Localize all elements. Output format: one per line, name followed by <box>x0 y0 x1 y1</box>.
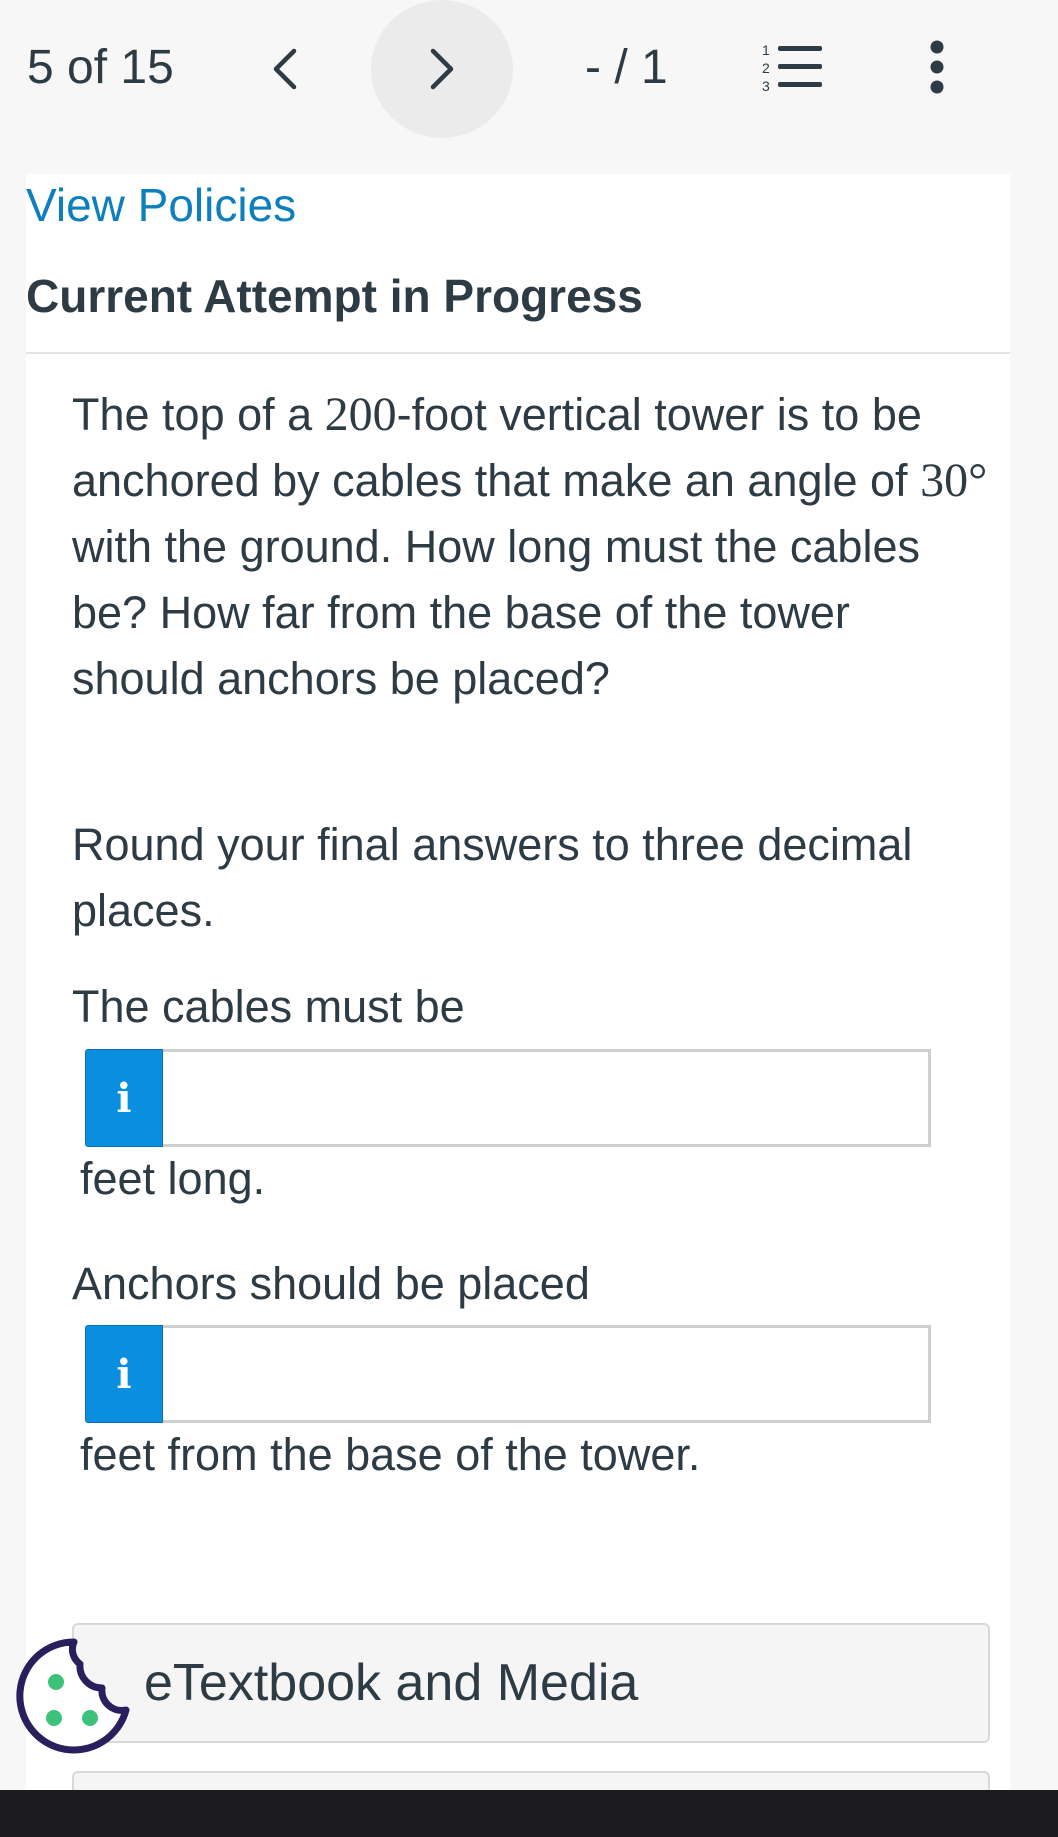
divider <box>26 352 1010 354</box>
anchor-distance-answer-row: i <box>85 1325 931 1423</box>
question-panel: View Policies Current Attempt in Progres… <box>26 174 1010 1801</box>
question-text-part-1: The top of a <box>72 389 325 440</box>
info-icon[interactable]: i <box>85 1325 163 1423</box>
question-list-button[interactable]: 1 2 3 <box>760 40 824 94</box>
etextbook-media-button[interactable]: eTextbook and Media <box>72 1623 990 1743</box>
numbered-list-icon: 1 2 3 <box>762 42 822 94</box>
previous-question-button[interactable] <box>214 0 356 138</box>
more-options-button[interactable] <box>915 38 959 96</box>
svg-text:2: 2 <box>762 60 770 76</box>
info-icon[interactable]: i <box>85 1049 163 1147</box>
cable-length-unit: feet long. <box>80 1153 266 1204</box>
question-counter: 5 of 15 <box>27 41 174 94</box>
anchor-distance-prompt: Anchors should be placed <box>72 1258 590 1309</box>
cookie-icon <box>16 1638 130 1754</box>
cable-length-prompt: The cables must be <box>72 981 465 1032</box>
svg-text:3: 3 <box>762 78 770 94</box>
question-text-part-3: with the ground. How long must the cable… <box>72 521 920 704</box>
chevron-right-icon <box>430 48 454 90</box>
chevron-left-icon <box>273 48 297 90</box>
view-policies-link[interactable]: View Policies <box>26 178 296 232</box>
question-score: - / 1 <box>585 41 668 94</box>
next-question-button[interactable] <box>371 0 513 138</box>
svg-text:1: 1 <box>762 42 770 58</box>
cable-length-answer-row: i <box>85 1049 931 1147</box>
top-toolbar: 5 of 15 - / 1 1 2 3 <box>0 0 1058 150</box>
cable-length-input[interactable] <box>163 1049 931 1147</box>
tower-height-value: 200 <box>324 388 397 441</box>
question-text: The top of a 200-foot vertical tower is … <box>72 382 992 712</box>
system-navigation-bar <box>0 1790 1058 1837</box>
angle-value: 30° <box>920 454 988 507</box>
more-vertical-icon <box>930 40 944 94</box>
rounding-instruction: Round your final answers to three decima… <box>72 819 913 936</box>
anchor-distance-unit: feet from the base of the tower. <box>80 1429 701 1480</box>
attempt-heading: Current Attempt in Progress <box>26 270 643 322</box>
anchor-distance-input[interactable] <box>163 1325 931 1423</box>
cookie-preferences-button[interactable] <box>14 1636 134 1756</box>
